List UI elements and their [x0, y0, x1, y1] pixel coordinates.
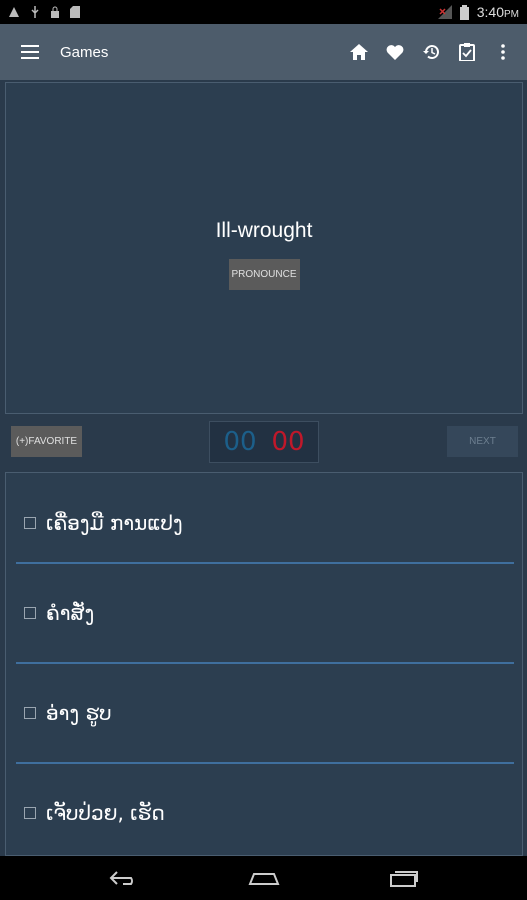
history-icon — [423, 45, 439, 60]
option-text: ຄໍາສັ່ງ — [46, 601, 95, 625]
signal-icon — [437, 5, 452, 19]
lock-icon — [51, 6, 59, 18]
more-icon — [501, 44, 505, 60]
home-button[interactable] — [343, 32, 375, 72]
recent-apps-icon — [389, 871, 418, 887]
quiz-word: Ill-wrought — [215, 218, 313, 242]
recent-apps-button[interactable] — [384, 863, 424, 893]
favorites-button[interactable] — [379, 32, 411, 72]
option-text: ເຄື່ອງມື ການແປງ — [46, 511, 183, 535]
history-button[interactable] — [415, 32, 447, 72]
sd-card-icon — [70, 6, 80, 18]
navigation-bar — [0, 856, 527, 900]
controls-row: (+)FAVORITE 00 00 NEXT — [0, 420, 527, 464]
clipboard-button[interactable] — [451, 32, 483, 72]
answer-option-2[interactable]: ຄໍາສັ່ງ — [16, 563, 514, 663]
checkbox[interactable] — [24, 607, 36, 619]
word-card: Ill-wrought PRONOUNCE — [5, 82, 523, 414]
correct-score: 00 — [223, 427, 257, 457]
more-options-button[interactable] — [487, 32, 519, 72]
back-button[interactable] — [104, 863, 144, 893]
app-title: Games — [60, 43, 109, 61]
checkbox[interactable] — [24, 707, 36, 719]
option-text: ເຈັບປ່ວຍ, ເຮັດ — [46, 801, 165, 825]
answer-option-3[interactable]: ອ່າງ ຮູບ — [16, 663, 514, 763]
options-card: ເຄື່ອງມື ການແປງ ຄໍາສັ່ງ ອ່າງ ຮູບ ເຈັບປ່ວ… — [5, 472, 523, 856]
app-bar: Games — [0, 24, 527, 80]
status-time: 3:40PM — [476, 4, 519, 20]
answer-option-4[interactable]: ເຈັບປ່ວຍ, ເຮັດ — [16, 763, 514, 863]
battery-icon — [459, 4, 469, 20]
option-text: ອ່າງ ຮູບ — [46, 701, 112, 725]
favorite-button[interactable]: (+)FAVORITE — [11, 426, 82, 457]
heart-icon — [386, 45, 404, 60]
home-nav-button[interactable] — [244, 863, 284, 893]
home-icon — [350, 44, 368, 60]
answer-option-1[interactable]: ເຄື່ອງມື ການແປງ — [16, 473, 514, 573]
warning-icon — [9, 7, 19, 17]
hamburger-icon — [21, 45, 39, 59]
back-icon — [109, 871, 133, 885]
pronounce-button[interactable]: PRONOUNCE — [228, 258, 300, 290]
clipboard-icon — [459, 43, 475, 61]
menu-button[interactable] — [0, 24, 60, 80]
usb-icon — [31, 6, 39, 18]
status-bar: 3:40PM — [0, 0, 527, 24]
home-nav-icon — [248, 873, 279, 885]
score-box: 00 00 — [209, 421, 319, 463]
checkbox[interactable] — [24, 807, 36, 819]
next-button[interactable]: NEXT — [447, 426, 518, 457]
wrong-score: 00 — [271, 427, 305, 457]
checkbox[interactable] — [24, 517, 36, 529]
